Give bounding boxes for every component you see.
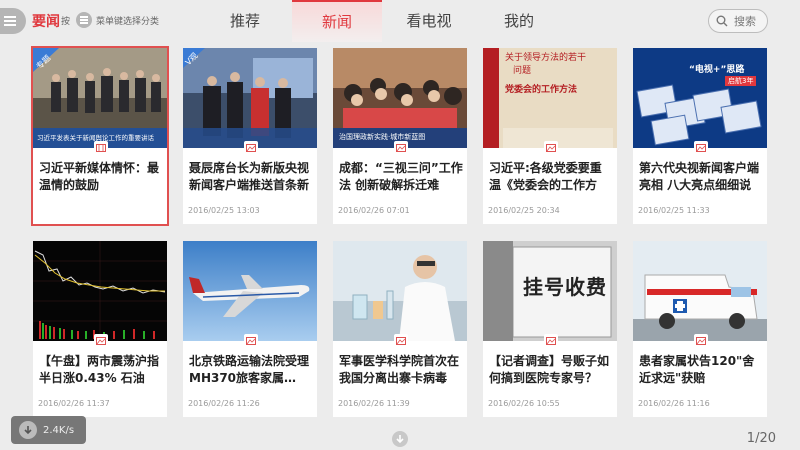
- news-thumbnail: 挂号收费: [483, 241, 617, 341]
- thumbnail-subtext: 启航3年: [725, 76, 757, 86]
- news-date: 2016/02/26 11:26: [188, 399, 260, 408]
- news-thumbnail: [33, 241, 167, 341]
- image-badge-icon: [544, 334, 558, 347]
- news-thumbnail: [333, 241, 467, 341]
- page-indicator: 1/20: [746, 431, 776, 446]
- news-title: 习近平:各级党委要重温《党委会的工作方: [489, 161, 602, 192]
- news-card[interactable]: 患者家属状告120"舍近求远"获赔 2016/02/26 11:16: [633, 241, 767, 417]
- current-category[interactable]: 要闻: [32, 11, 60, 31]
- image-badge-icon: [244, 334, 258, 347]
- search-label: 搜索: [734, 15, 756, 28]
- news-date: 2016/02/25 11:33: [638, 206, 710, 215]
- hamburger-icon: [4, 20, 16, 22]
- news-thumbnail: [633, 241, 767, 341]
- news-thumbnail: [183, 241, 317, 341]
- arrow-down-icon: [396, 435, 404, 444]
- image-badge-icon: [94, 334, 108, 347]
- news-date: 2016/02/26 07:01: [338, 206, 410, 215]
- download-speed-indicator: 2.4K/s: [11, 416, 86, 444]
- download-icon: [19, 421, 37, 439]
- image-badge-icon: [394, 334, 408, 347]
- search-button[interactable]: 搜索: [708, 9, 768, 33]
- category-hint: 菜单键选择分类: [96, 17, 160, 27]
- scroll-down-button[interactable]: [392, 431, 408, 447]
- news-thumbnail: V观: [183, 48, 317, 148]
- news-card[interactable]: V观 聂辰席台长为新版央视新闻客户端推送首条新 2016/02/25 13:03: [183, 48, 317, 224]
- image-badge-icon: [694, 334, 708, 347]
- image-badge-icon: [394, 141, 408, 154]
- thumbnail-text: 关于领导方法的若干 问题 党委会的工作方法: [505, 53, 587, 95]
- news-card[interactable]: 军事医学科学院首次在我国分离出寨卡病毒 2016/02/26 11:39: [333, 241, 467, 417]
- top-bar: 要闻 按 菜单键选择分类 推荐 新闻 看电视 我的 搜索: [0, 0, 800, 42]
- news-card[interactable]: 【午盘】两市震荡沪指半日涨0.43% 石油板… 2016/02/26 11:37: [33, 241, 167, 417]
- tab-news[interactable]: 新闻: [292, 0, 382, 42]
- news-date: 2016/02/26 11:16: [638, 399, 710, 408]
- news-title: 聂辰席台长为新版央视新闻客户端推送首条新: [189, 161, 310, 192]
- news-title: 习近平新媒体情怀：最温情的鼓励: [39, 161, 160, 192]
- news-title: 患者家属状告120"舍近求远"获赔: [639, 354, 755, 385]
- news-date: 2016/02/26 11:37: [38, 399, 110, 408]
- image-badge-icon: [94, 141, 108, 154]
- tab-watch-tv[interactable]: 看电视: [384, 0, 474, 42]
- news-card[interactable]: “电视+”思路 启航3年 第六代央视新闻客户端亮相 八大亮点细细说 2016/0…: [633, 48, 767, 224]
- press-text: 按: [61, 17, 71, 27]
- news-thumbnail: 治国理政新实践·城市新蓝图: [333, 48, 467, 148]
- menu-button[interactable]: [0, 8, 26, 34]
- news-thumbnail: 关于领导方法的若干 问题 党委会的工作方法: [483, 48, 617, 148]
- search-icon: [716, 15, 728, 27]
- news-card[interactable]: 北京铁路运输法院受理MH370旅客家属… 2016/02/26 11:26: [183, 241, 317, 417]
- news-title: 北京铁路运输法院受理MH370旅客家属…: [189, 354, 310, 385]
- menu-key-icon: [76, 12, 92, 28]
- news-date: 2016/02/25 20:34: [488, 206, 560, 215]
- speed-value: 2.4K/s: [43, 424, 75, 436]
- news-title: 【记者调查】号贩子如何搞到医院专家号？: [489, 354, 610, 385]
- news-title: 军事医学科学院首次在我国分离出寨卡病毒: [339, 354, 460, 385]
- news-card[interactable]: 专题 习近平发表关于新闻舆论工作的重要讲话 习近平新媒体情怀：最温情的鼓励: [31, 46, 169, 226]
- news-title: 第六代央视新闻客户端亮相 八大亮点细细说: [639, 161, 760, 192]
- thumbnail-text: “电视+”思路: [689, 65, 745, 75]
- image-badge-icon: [694, 141, 708, 154]
- news-title: 【午盘】两市震荡沪指半日涨0.43% 石油板…: [39, 354, 160, 385]
- news-thumbnail: 专题 习近平发表关于新闻舆论工作的重要讲话: [33, 48, 167, 148]
- news-thumbnail: “电视+”思路 启航3年: [633, 48, 767, 148]
- tab-mine[interactable]: 我的: [474, 0, 564, 42]
- tab-recommend[interactable]: 推荐: [200, 0, 290, 42]
- news-date: 2016/02/25 13:03: [188, 206, 260, 215]
- news-card[interactable]: 治国理政新实践·城市新蓝图 成都：“三视三问”工作法 创新破解拆迁难 2016/…: [333, 48, 467, 224]
- news-card[interactable]: 挂号收费 【记者调查】号贩子如何搞到医院专家号？ 2016/02/26 10:5…: [483, 241, 617, 417]
- thumbnail-text: 挂号收费: [523, 275, 607, 299]
- news-date: 2016/02/26 11:39: [338, 399, 410, 408]
- image-badge-icon: [244, 141, 258, 154]
- news-date: 2016/02/26 10:55: [488, 399, 560, 408]
- news-card[interactable]: 关于领导方法的若干 问题 党委会的工作方法 习近平:各级党委要重温《党委会的工作…: [483, 48, 617, 224]
- news-title: 成都：“三视三问”工作法 创新破解拆迁难: [339, 161, 463, 192]
- image-badge-icon: [544, 141, 558, 154]
